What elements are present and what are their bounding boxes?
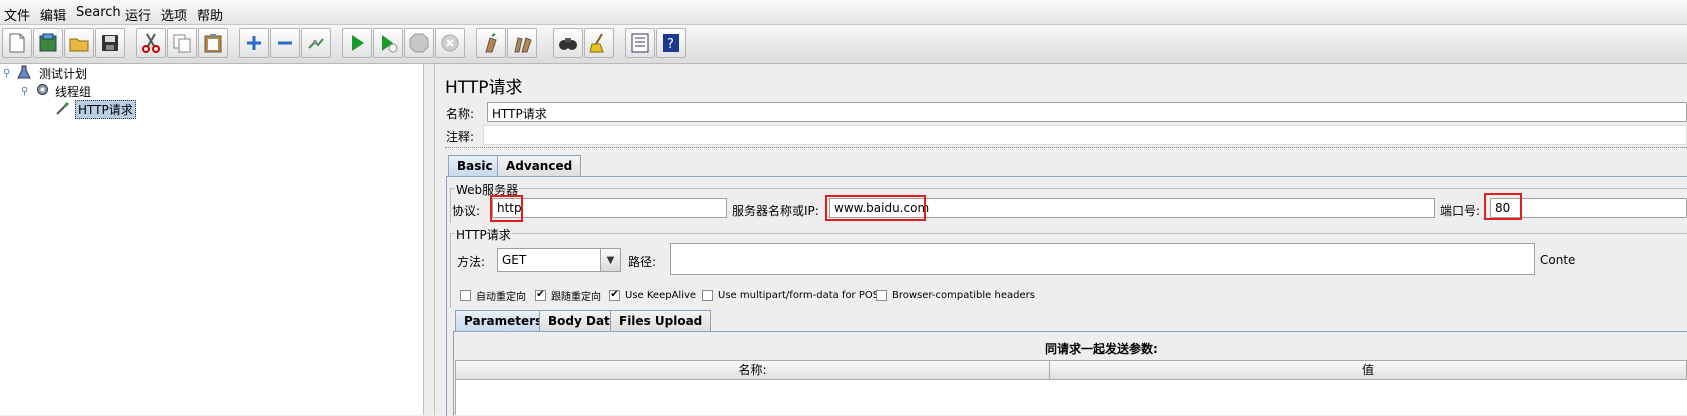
checkbox-box[interactable] [876,289,887,301]
path-field[interactable] [670,243,1535,275]
templates-icon[interactable] [33,28,63,58]
method-dropdown-button[interactable]: ▼ [600,248,621,272]
tab-advanced[interactable]: Advanced [497,155,582,176]
reset-search-icon[interactable] [584,28,614,58]
tree-node-test-plan[interactable]: ⚲ 测试计划 [3,64,87,82]
new-icon[interactable] [2,28,32,58]
comment-label: 注释: [446,130,475,144]
checkbox-label: Browser-compatible headers [892,289,1035,301]
check-icon[interactable]: ✔ [535,289,546,301]
menu-edit[interactable]: 编辑 [40,5,66,24]
server-label: 服务器名称或IP: [732,204,819,218]
pipette-icon [55,100,75,119]
test-plan-icon [17,65,35,82]
params-table-header: 名称: 值 [455,360,1687,380]
pane-splitter[interactable] [423,64,435,415]
tab-basic[interactable]: Basic [448,155,502,176]
tree-toggle-icon[interactable]: ⚲ [21,86,35,97]
collapse-icon[interactable] [270,28,300,58]
shutdown-icon[interactable] [435,28,465,58]
protocol-field[interactable]: http [492,198,727,218]
stop-icon[interactable] [404,28,434,58]
port-highlight [1484,193,1522,220]
checkbox-label: Use KeepAlive [625,289,697,301]
params-table-body[interactable] [455,380,1687,415]
checkbox-box[interactable] [702,289,713,301]
follow-redirect-checkbox[interactable]: ✔ 跟随重定向 [535,288,601,303]
column-header-name[interactable]: 名称: [456,361,1050,379]
checkbox-label: 跟随重定向 [551,291,601,303]
tree-node-http-request[interactable]: HTTP请求 [55,99,136,119]
help-icon[interactable]: ? [656,28,686,58]
test-plan-tree: ⚲ 测试计划 ⚲ 线程组 HTTP请求 [0,64,423,415]
checkbox-label: 自动重定向 [476,291,526,303]
name-label: 名称: [446,107,475,121]
tree-label: 测试计划 [39,66,88,81]
multipart-checkbox[interactable]: Use multipart/form-data for POST [702,288,885,302]
browser-headers-checkbox[interactable]: Browser-compatible headers [876,288,1035,302]
menu-bar: 文件 编辑 Search 运行 选项 帮助 [0,0,1687,25]
check-icon[interactable]: ✔ [609,289,620,301]
paste-icon[interactable] [198,28,228,58]
gear-icon [35,82,53,100]
auto-redirect-checkbox[interactable]: 自动重定向 [460,288,526,303]
content-encoding-label: Conte [1540,253,1576,267]
comment-field[interactable] [483,125,1687,145]
port-label: 端口号: [1440,204,1481,218]
checkbox-box[interactable] [460,289,471,301]
tab-parameters[interactable]: Parameters [455,310,552,331]
tree-label: 线程组 [55,84,92,99]
save-icon[interactable] [95,28,125,58]
path-label: 路径: [628,255,657,269]
method-label: 方法: [457,255,486,269]
server-highlight [825,195,926,221]
column-header-value[interactable]: 值 [1050,361,1686,379]
open-icon[interactable] [64,28,94,58]
menu-options[interactable]: 选项 [161,5,187,24]
name-field[interactable]: HTTP请求 [487,102,1687,122]
params-caption: 同请求一起发送参数: [1045,342,1158,356]
menu-search[interactable]: Search [76,5,121,20]
toggle-icon[interactable] [301,28,331,58]
protocol-label: 协议: [452,204,481,218]
http-request-legend: HTTP请求 [455,226,512,243]
start-no-pause-icon[interactable] [373,28,403,58]
divider [445,147,1687,152]
tree-label-selected: HTTP请求 [75,99,136,119]
page-title: HTTP请求 [445,78,523,98]
function-helper-icon[interactable] [625,28,655,58]
svg-text:?: ? [667,37,674,52]
method-select[interactable]: GET [497,248,601,272]
tab-files-upload[interactable]: Files Upload [610,310,712,331]
tree-toggle-icon[interactable]: ⚲ [3,68,17,79]
clear-icon[interactable] [476,28,506,58]
expand-icon[interactable] [239,28,269,58]
search-icon[interactable] [553,28,583,58]
copy-icon[interactable] [167,28,197,58]
toolbar: ? [0,25,1687,64]
keepalive-checkbox[interactable]: ✔ Use KeepAlive [609,288,696,302]
menu-help[interactable]: 帮助 [197,5,223,24]
menu-run[interactable]: 运行 [125,5,151,24]
chevron-down-icon: ▼ [606,254,615,266]
start-icon[interactable] [342,28,372,58]
cut-icon[interactable] [136,28,166,58]
checkbox-label: Use multipart/form-data for POST [718,289,886,301]
menu-file[interactable]: 文件 [4,5,30,24]
clear-all-icon[interactable] [507,28,537,58]
protocol-highlight [490,195,523,222]
tree-node-thread-group[interactable]: ⚲ 线程组 [21,82,91,100]
